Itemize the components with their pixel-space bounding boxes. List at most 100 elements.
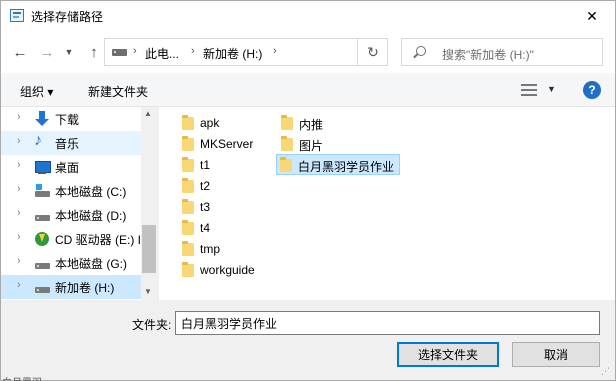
folder-item[interactable]: t2: [179, 176, 259, 197]
folder-icon: [182, 199, 194, 214]
expand-chevron-icon[interactable]: ›: [17, 159, 21, 171]
nav-item-drive-e[interactable]: › CD 驱动器 (E:) I: [1, 227, 141, 251]
dialog-app-icon: [10, 9, 24, 22]
nav-item-label: 音乐: [55, 137, 80, 151]
up-button[interactable]: ↑: [85, 43, 103, 61]
nav-item-label: 本地磁盘 (C:): [55, 185, 127, 199]
folder-name: 白月黑羽学员作业: [298, 160, 395, 174]
drive-icon: [112, 49, 127, 56]
file-list: apk MKServer t1 t2 t3 t4 tmp workguide 内…: [159, 107, 615, 300]
nav-item-music[interactable]: › ♪ 音乐: [1, 131, 141, 155]
nav-item-downloads[interactable]: › 下载: [1, 107, 141, 131]
navigation-scrollbar[interactable]: ▲ ▼: [141, 107, 157, 300]
folder-icon: [182, 136, 194, 151]
cancel-button[interactable]: 取消: [512, 342, 600, 367]
folder-name: t2: [200, 179, 211, 193]
nav-item-label: 桌面: [55, 161, 80, 175]
folder-name: tmp: [200, 242, 221, 256]
windows-drive-icon: [34, 183, 50, 199]
breadcrumb-chevron-icon[interactable]: ›: [133, 45, 137, 57]
breadcrumb-chevron-icon[interactable]: ›: [191, 45, 195, 57]
nav-item-drive-g[interactable]: › 本地磁盘 (G:): [1, 251, 141, 275]
folder-name: t3: [200, 200, 211, 214]
arrow-right-icon: →: [39, 43, 55, 61]
expand-chevron-icon[interactable]: ›: [17, 231, 21, 243]
organize-menu-button[interactable]: 组织 ▾: [20, 83, 53, 100]
folder-icon: [182, 220, 194, 235]
nav-item-drive-d[interactable]: › 本地磁盘 (D:): [1, 203, 141, 227]
folder-item[interactable]: t1: [179, 155, 259, 176]
folder-item[interactable]: apk: [179, 113, 259, 134]
navigation-pane: › 下载 › ♪ 音乐 › 桌面 › 本地磁盘 (C:) › 本地磁盘 (D:)…: [1, 107, 157, 300]
folder-item[interactable]: 图片: [278, 134, 358, 155]
chevron-down-icon: ▼: [64, 47, 74, 57]
folder-item[interactable]: t4: [179, 218, 259, 239]
folder-icon: [280, 157, 292, 172]
expand-chevron-icon[interactable]: ›: [17, 183, 21, 195]
expand-chevron-icon[interactable]: ›: [17, 111, 21, 123]
folder-name: MKServer: [200, 137, 254, 151]
nav-item-desktop[interactable]: › 桌面: [1, 155, 141, 179]
nav-item-drive-c[interactable]: › 本地磁盘 (C:): [1, 179, 141, 203]
folder-field-label: 文件夹:: [132, 318, 172, 332]
folder-name: workguide: [200, 263, 255, 277]
folder-item[interactable]: tmp: [179, 239, 259, 260]
expand-chevron-icon[interactable]: ›: [17, 255, 21, 267]
music-icon: ♪: [34, 132, 42, 149]
drive-icon: [34, 207, 50, 223]
scroll-down-icon[interactable]: ▼: [144, 287, 152, 296]
folder-picker-dialog: 选择存储路径 ✕ ← → ▼ ↑ › 此电... › 新加卷 (H:) › ∨ …: [0, 0, 616, 381]
breadcrumb-chevron-icon[interactable]: ›: [273, 45, 277, 57]
folder-icon: [281, 136, 293, 151]
folder-icon: [281, 115, 293, 130]
search-icon: [416, 46, 426, 56]
new-folder-button[interactable]: 新建文件夹: [88, 83, 148, 100]
scroll-up-icon[interactable]: ▲: [144, 109, 152, 118]
navigation-row: ← → ▼ ↑ › 此电... › 新加卷 (H:) › ∨ ↻ 搜索"新加卷 …: [1, 31, 615, 73]
nav-item-label: CD 驱动器 (E:) I: [55, 233, 141, 247]
command-bar: 组织 ▾ 新建文件夹 ▼ ?: [1, 73, 615, 107]
refresh-button[interactable]: ↻: [357, 38, 388, 66]
folder-name: 内推: [299, 118, 324, 132]
nav-item-label: 新加卷 (H:): [55, 281, 115, 295]
folder-icon: [182, 115, 194, 130]
folder-item-selected[interactable]: 白月黑羽学员作业: [276, 154, 400, 175]
select-folder-button[interactable]: 选择文件夹: [397, 342, 499, 367]
download-icon: [34, 111, 50, 127]
view-options-icon[interactable]: [521, 83, 537, 97]
scrollbar-thumb[interactable]: [142, 225, 156, 273]
folder-icon: [182, 157, 194, 172]
search-input[interactable]: 搜索"新加卷 (H:)": [401, 38, 603, 66]
background-window-text: 白月黑羽: [2, 374, 42, 381]
help-icon[interactable]: ?: [583, 81, 601, 99]
arrow-up-icon: ↑: [90, 43, 98, 61]
folder-item[interactable]: t3: [179, 197, 259, 218]
breadcrumb-this-pc[interactable]: 此电...: [145, 45, 179, 62]
arrow-left-icon: ←: [12, 43, 28, 61]
nav-item-drive-h[interactable]: › 新加卷 (H:): [1, 275, 141, 299]
search-placeholder: 搜索"新加卷 (H:)": [442, 48, 534, 62]
folder-name: apk: [200, 116, 220, 130]
expand-chevron-icon[interactable]: ›: [17, 135, 21, 147]
expand-chevron-icon[interactable]: ›: [17, 207, 21, 219]
close-icon: ✕: [586, 7, 598, 24]
address-bar[interactable]: › 此电... › 新加卷 (H:) › ∨: [104, 38, 437, 66]
nav-item-label: 本地磁盘 (G:): [55, 257, 127, 271]
resize-grip-icon[interactable]: ⋰: [601, 366, 610, 377]
folder-name: t1: [200, 158, 211, 172]
breadcrumb-new-volume[interactable]: 新加卷 (H:): [203, 45, 262, 62]
close-button[interactable]: ✕: [569, 1, 615, 31]
back-button[interactable]: ←: [11, 43, 29, 61]
folder-item[interactable]: MKServer: [179, 134, 269, 155]
refresh-icon: ↻: [367, 43, 379, 60]
forward-button[interactable]: →: [38, 43, 56, 61]
folder-icon: [182, 178, 194, 193]
expand-chevron-icon[interactable]: ›: [17, 279, 21, 291]
view-options-caret-icon[interactable]: ▼: [547, 84, 556, 94]
folder-name: 图片: [299, 139, 324, 153]
recent-locations-button[interactable]: ▼: [63, 43, 75, 61]
folder-icon: [182, 241, 194, 256]
folder-name-field[interactable]: 白月黑羽学员作业: [175, 311, 600, 335]
folder-item[interactable]: workguide: [179, 260, 269, 281]
folder-item[interactable]: 内推: [278, 113, 358, 134]
